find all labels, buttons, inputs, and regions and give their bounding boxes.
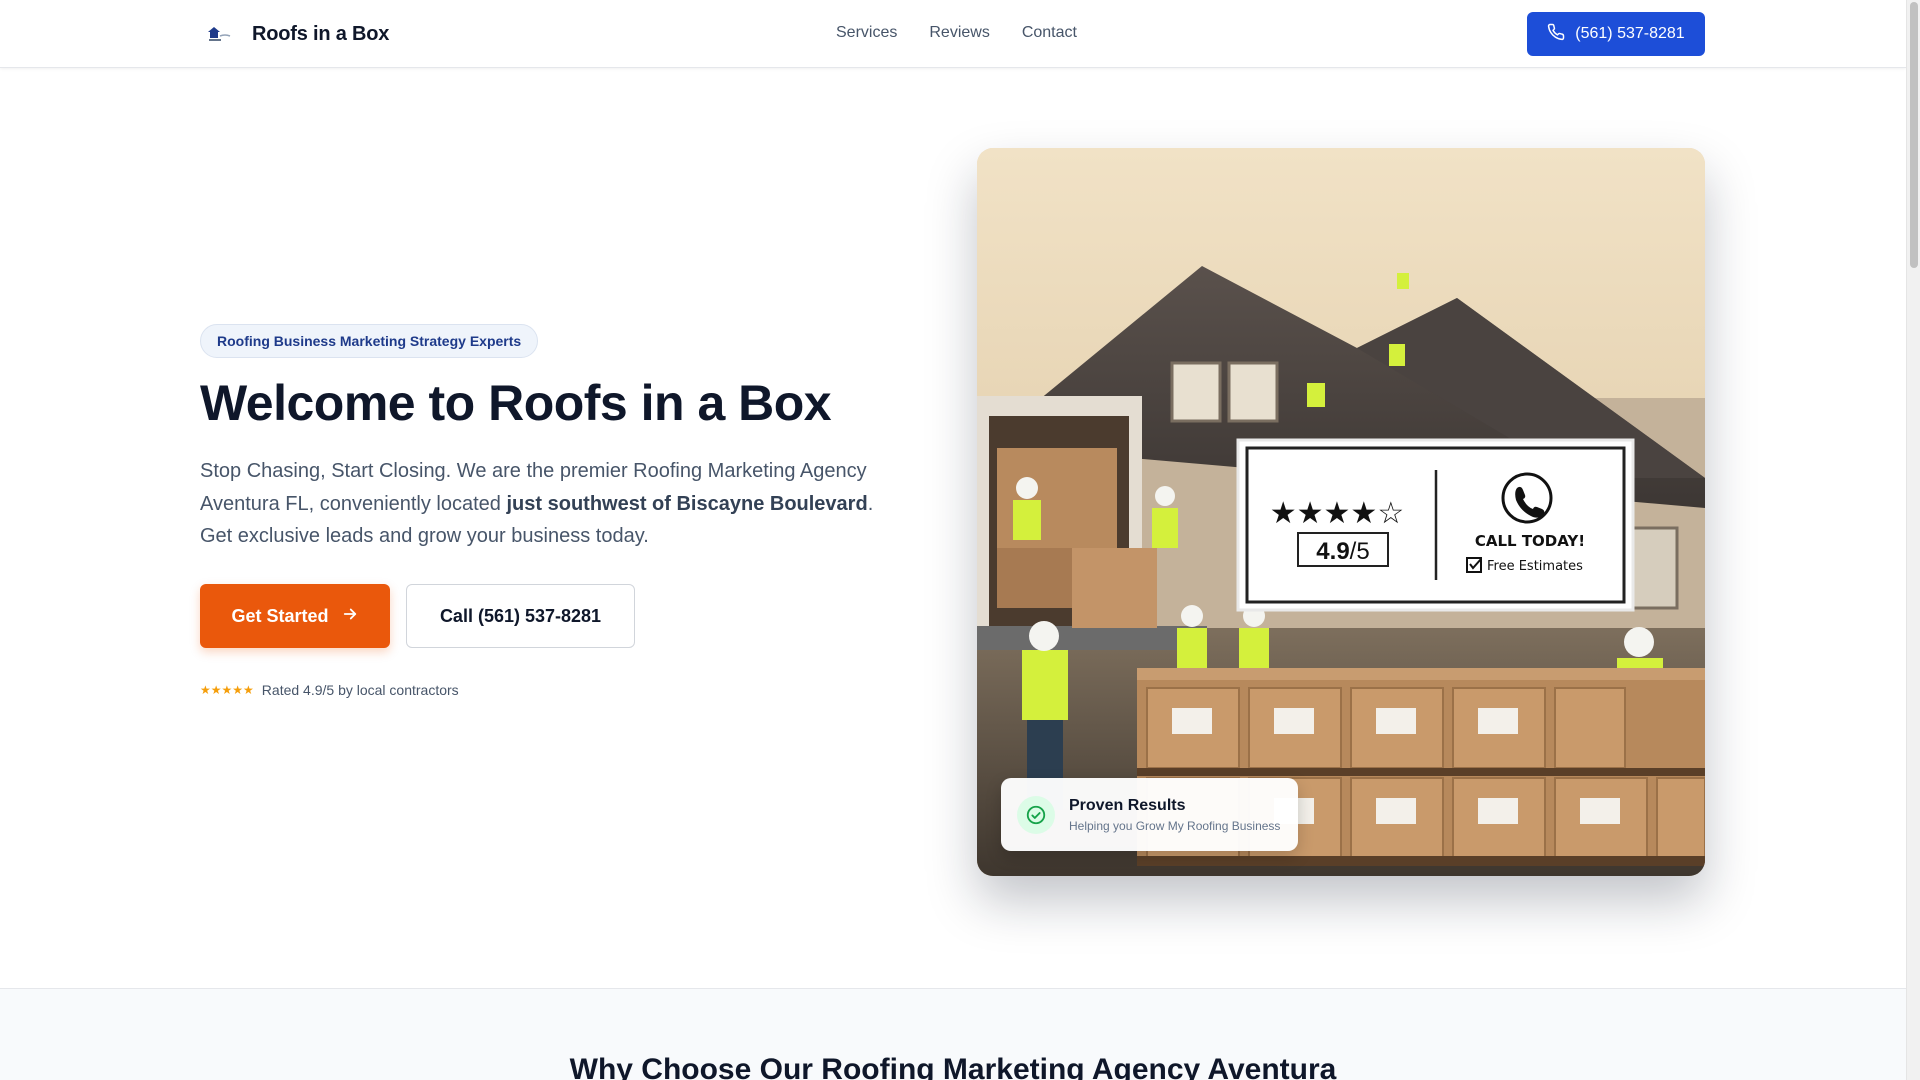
hero-title: Welcome to Roofs in a Box (200, 375, 832, 431)
header-call-label: (561) 537-8281 (1575, 25, 1685, 42)
proven-results-card: Proven Results Helping you Grow My Roofi… (1001, 778, 1298, 851)
page-scrollbar[interactable] (1906, 0, 1920, 1080)
brand-name: Roofs in a Box (252, 22, 390, 45)
rating-stars-icon: ★★★★★ (200, 683, 254, 697)
header-call-button[interactable]: (561) 537-8281 (1527, 12, 1705, 56)
phone-icon (1547, 23, 1565, 46)
hero-image: ★★★★☆ 4.9/5 CALL TODAY! Free Estimates P… (977, 148, 1705, 876)
get-started-label: Get Started (231, 605, 329, 626)
scrollbar-thumb[interactable] (1910, 2, 1918, 268)
logo-mark-icon (200, 18, 238, 50)
sign-call: CALL TODAY! (1475, 532, 1585, 550)
main-nav: Services Reviews Contact (836, 24, 1077, 42)
proven-subtitle: Helping you Grow My Roofing Business (1069, 818, 1281, 833)
hero-description: Stop Chasing, Start Closing. We are the … (200, 455, 890, 553)
check-circle-icon (1017, 795, 1055, 834)
arrow-right-icon (341, 605, 359, 628)
sign-estimates: Free Estimates (1487, 559, 1583, 574)
section-title: Why Choose Our Roofing Marketing Agency … (569, 1053, 1337, 1080)
hero-badge: Roofing Business Marketing Strategy Expe… (200, 324, 539, 358)
call-button[interactable]: Call (561) 537-8281 (406, 584, 635, 648)
site-header: Roofs in a Box Services Reviews Contact … (0, 0, 1906, 68)
get-started-button[interactable]: Get Started (200, 584, 390, 648)
proven-title: Proven Results (1069, 796, 1186, 814)
sign-stars-icon: ★★★★☆ (1270, 496, 1404, 531)
hero-desc-highlight: just southwest of Biscayne Boulevard (506, 492, 868, 515)
rating-text: Rated 4.9/5 by local contractors (261, 682, 459, 698)
brand-logo[interactable]: Roofs in a Box (200, 18, 389, 50)
nav-link-contact[interactable]: Contact (1022, 24, 1077, 42)
rating-summary: ★★★★★ Rated 4.9/5 by local contractors (200, 682, 459, 698)
sign-rating-denominator: /5 (1350, 538, 1370, 565)
nav-link-services[interactable]: Services (836, 24, 897, 42)
nav-link-reviews[interactable]: Reviews (929, 24, 989, 42)
rating-sign: ★★★★☆ 4.9/5 CALL TODAY! Free Estimates (1236, 438, 1635, 612)
sign-rating-main: 4.9 (1316, 538, 1349, 565)
hero-illustration: ★★★★☆ 4.9/5 CALL TODAY! Free Estimates (977, 148, 1705, 876)
why-choose-section: Why Choose Our Roofing Marketing Agency … (0, 988, 1906, 1080)
sign-rating: 4.9/5 (1316, 538, 1369, 565)
